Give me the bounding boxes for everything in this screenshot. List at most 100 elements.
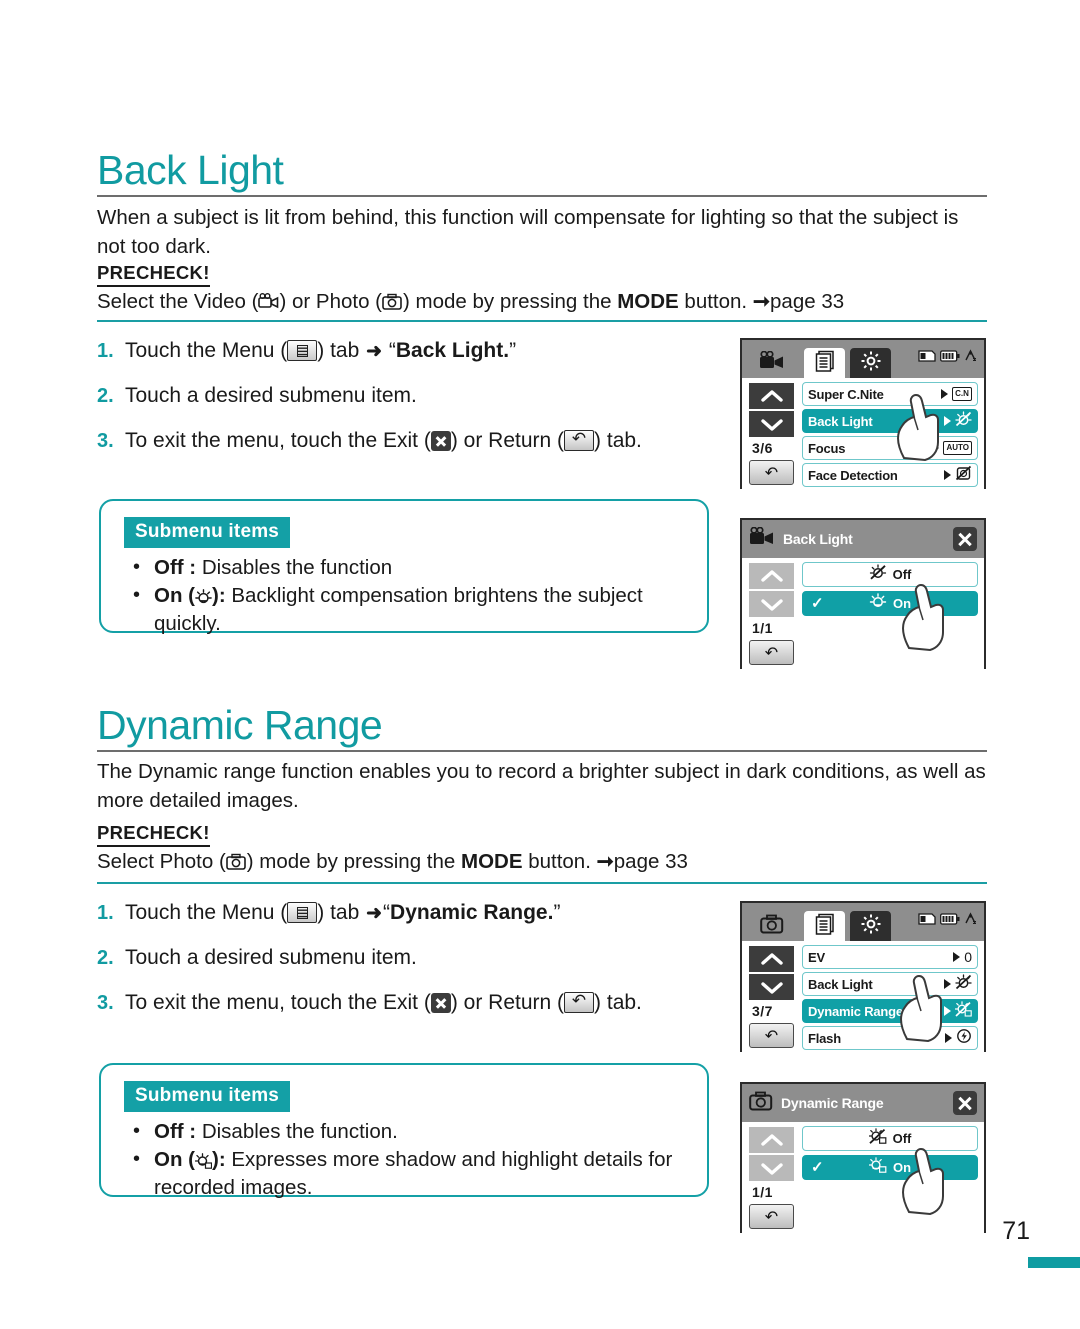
backlight-on-icon	[869, 593, 887, 614]
dynamic-range-off-icon	[954, 1000, 972, 1022]
scroll-up-button[interactable]	[749, 563, 794, 589]
return-button[interactable]: ↶	[749, 460, 794, 485]
menu-row-flash[interactable]: Flash	[802, 1026, 978, 1050]
intro-text-dynamic-range: The Dynamic range function enables you t…	[97, 760, 986, 812]
menu-row-value	[944, 1000, 972, 1022]
mode-button-name: MODE	[461, 850, 523, 873]
submenu-row-off[interactable]: Off	[802, 562, 978, 587]
return-button[interactable]: ↶	[749, 640, 794, 665]
step-text-c: “	[383, 339, 396, 362]
value-box: AUTO	[943, 441, 972, 455]
menu-row-focus[interactable]: Focus AUTO	[802, 436, 978, 460]
step-text: Touch a desired submenu item.	[125, 946, 417, 969]
submenu-item-paren-open: (	[182, 1148, 195, 1171]
step-3-back-light: 3. To exit the menu, touch the Exit () o…	[97, 427, 717, 455]
precheck-part-a: Select the Video (	[97, 290, 259, 313]
page-ref-arrow-icon: ➞	[596, 850, 614, 873]
video-camera-icon	[258, 293, 279, 311]
submenu-row-label: Off	[892, 567, 912, 582]
card-icon	[918, 349, 936, 367]
chevron-right-icon	[944, 416, 951, 426]
step-2-dynamic-range: 2. Touch a desired submenu item.	[97, 944, 717, 972]
submenu-row-label: On	[892, 596, 912, 611]
section-header-dynamic-range: Dynamic Range	[97, 703, 987, 752]
tab-settings[interactable]	[850, 348, 891, 378]
page-ref-back-light: page 33	[770, 290, 845, 313]
page-accent-bar	[1028, 1257, 1080, 1268]
submenu-item-desc: Disables the function.	[201, 1120, 398, 1143]
step-text-c: ) tab.	[594, 991, 642, 1014]
page-number: 71	[1002, 1217, 1030, 1245]
exit-icon	[430, 993, 451, 1013]
lcd-tab-bar	[742, 903, 984, 941]
return-button[interactable]: ↶	[749, 1023, 794, 1048]
submenu-row-on[interactable]: ✓ On	[802, 1155, 978, 1180]
tab-menu[interactable]	[804, 348, 845, 378]
menu-row-super-cnite[interactable]: Super C.Nite C.N	[802, 382, 978, 406]
tab-mode-video[interactable]	[754, 348, 790, 378]
gear-icon	[860, 913, 882, 940]
return-icon	[564, 427, 595, 451]
tab-mode-photo[interactable]	[754, 911, 790, 941]
submenu-item-desc: Disables the function	[201, 556, 393, 579]
menu-row-back-light[interactable]: Back Light	[802, 972, 978, 996]
photo-camera-icon	[382, 293, 403, 311]
menu-row-dynamic-range[interactable]: Dynamic Range	[802, 999, 978, 1023]
scroll-down-button[interactable]	[749, 411, 794, 437]
submenu-row-off[interactable]: Off	[802, 1126, 978, 1151]
chevron-right-icon	[944, 979, 951, 989]
flash-icon	[956, 1028, 972, 1049]
menu-row-ev[interactable]: EV 0	[802, 945, 978, 969]
tab-menu[interactable]	[804, 911, 845, 941]
submenu-items-box-back-light: Submenu items Off : Disables the functio…	[99, 499, 709, 635]
video-camera-icon	[759, 350, 785, 375]
menu-row-face-detection[interactable]: Face Detection	[802, 463, 978, 487]
lcd-submenu-back-light: Back Light 1/1 ↶ Off ✓ On	[740, 518, 986, 671]
return-button[interactable]: ↶	[749, 1204, 794, 1229]
step-text-a: To exit the menu, touch the Exit (	[125, 991, 431, 1014]
scroll-down-button[interactable]	[749, 591, 794, 617]
menu-pages-icon	[814, 350, 835, 377]
submenu-row-on[interactable]: ✓ On	[802, 591, 978, 616]
submenu-item-off: Off : Disables the function	[131, 553, 685, 582]
scroll-down-button[interactable]	[749, 974, 794, 1000]
close-icon[interactable]	[953, 527, 977, 551]
scroll-up-button[interactable]	[749, 1127, 794, 1153]
steps-list-dynamic-range: 1. Touch the Menu () tab ➜“Dynamic Range…	[97, 899, 717, 1034]
step-text-c: “	[383, 901, 391, 924]
step-text: Touch the Menu () tab ➜ “Back Light.”	[125, 337, 516, 365]
page-indicator: 3/6	[752, 440, 773, 456]
menu-row-back-light[interactable]: Back Light	[802, 409, 978, 433]
gear-icon	[860, 350, 882, 377]
step-text-a: Touch the Menu (	[125, 339, 288, 362]
chevron-right-icon	[944, 1006, 951, 1016]
step-1-dynamic-range: 1. Touch the Menu () tab ➜“Dynamic Range…	[97, 899, 717, 927]
submenu-item-separator: ):	[212, 584, 232, 607]
submenu-item-separator: ):	[212, 1148, 232, 1171]
step-number: 3.	[97, 992, 114, 1014]
step-number: 1.	[97, 902, 114, 924]
network-icon	[964, 912, 977, 930]
tab-settings[interactable]	[850, 911, 891, 941]
lcd-status-icons	[918, 349, 977, 367]
step-text-c: ) tab.	[594, 429, 642, 452]
submenu-item-desc: Expresses more shadow and highlight deta…	[154, 1148, 673, 1199]
backlight-on-icon	[195, 585, 212, 604]
lcd-submenu-title: Dynamic Range	[781, 1095, 884, 1111]
step-target-name: Dynamic Range.	[390, 901, 554, 924]
lcd-status-icons	[918, 912, 977, 930]
precheck-part-b: ) mode by pressing the	[246, 850, 461, 873]
close-icon[interactable]	[953, 1091, 977, 1115]
submenu-item-separator: :	[183, 1120, 202, 1143]
menu-tab-icon	[287, 340, 318, 361]
scroll-up-button[interactable]	[749, 946, 794, 972]
scroll-up-button[interactable]	[749, 383, 794, 409]
photo-camera-icon	[760, 914, 784, 939]
chevron-right-icon	[944, 470, 951, 480]
scroll-down-button[interactable]	[749, 1155, 794, 1181]
submenu-item-separator: :	[183, 556, 202, 579]
value-text: 0	[964, 949, 972, 965]
mode-button-name: MODE	[617, 290, 679, 313]
lcd-submenu-body: 1/1 ↶ Off ✓ On	[742, 1122, 984, 1235]
lcd-menu-body: 3/7 ↶ EV 0 Back Light Dynamic Range Flas…	[742, 941, 984, 1054]
